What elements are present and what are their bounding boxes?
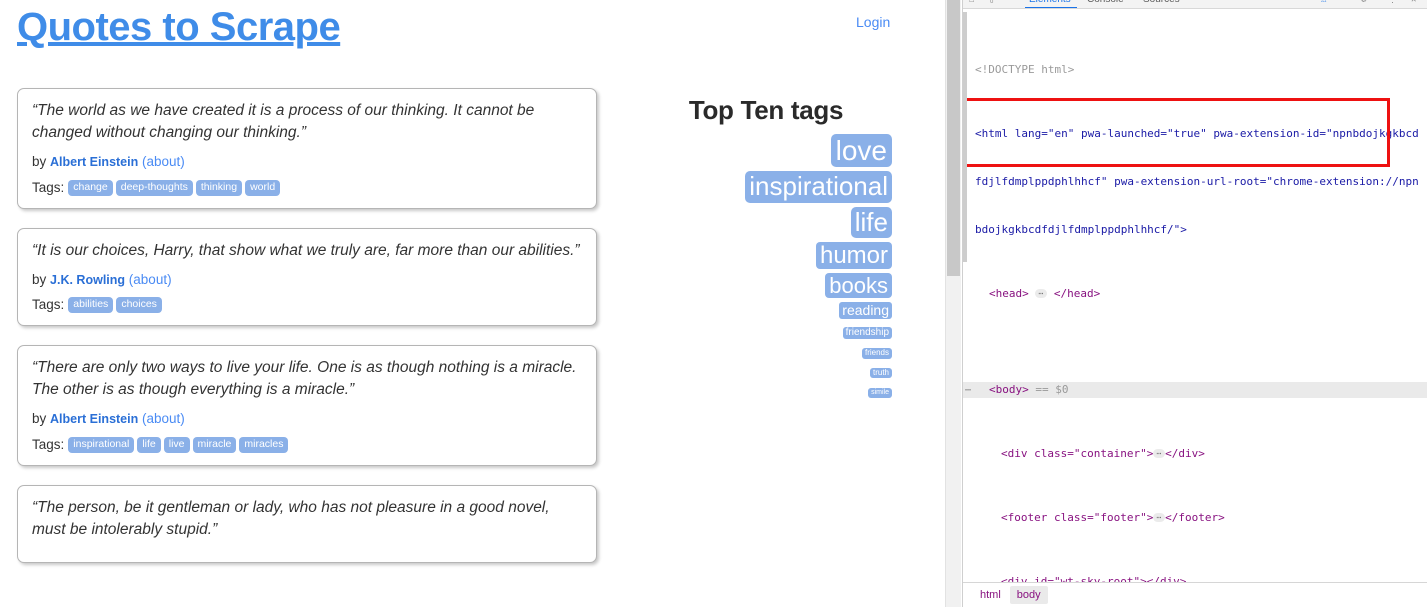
page-vertical-scrollbar[interactable]	[945, 0, 961, 607]
quote-author: Albert Einstein	[50, 155, 139, 169]
author-about-link[interactable]: (about)	[142, 154, 185, 169]
tag-link[interactable]: change	[68, 179, 113, 196]
cloud-tag-link[interactable]: life	[850, 206, 892, 238]
cloud-tag-link[interactable]: friendship	[842, 326, 892, 340]
selected-node-highlight	[963, 98, 1392, 169]
error-warning-icon[interactable]: ⚠	[1321, 0, 1326, 5]
quote-text: “The person, be it gentleman or lady, wh…	[32, 499, 550, 539]
tag-link[interactable]: live	[163, 436, 190, 454]
devtools-toolbar: ☐ ▯ Elements Console Sources ⚠ ⚙ ⋮ ✕	[963, 0, 1427, 9]
site-title[interactable]: Quotes to Scrape	[17, 5, 341, 49]
tags-label: Tags:	[32, 179, 65, 195]
login-link[interactable]: Login	[856, 14, 890, 30]
dom-line-doctype: <!DOCTYPE html>	[975, 63, 1075, 76]
close-devtools-icon[interactable]: ✕	[1411, 0, 1416, 5]
tag-link[interactable]: life	[137, 436, 161, 454]
tags-label: Tags:	[32, 436, 65, 452]
scrollbar-thumb[interactable]	[947, 0, 960, 276]
tab-console[interactable]: Console	[1087, 0, 1124, 5]
dom-line-html-open-cont2: bdojkgkbcdfdjlfdmplppdphlhhcf/">	[975, 223, 1187, 236]
tag-link[interactable]: deep-thoughts	[115, 179, 193, 196]
collapsed-children-badge[interactable]: ⋯	[1153, 449, 1166, 458]
quote-tags: Tags: change deep-thoughts thinking world	[32, 179, 582, 196]
tab-elements[interactable]: Elements	[1029, 0, 1071, 5]
tag-cloud: love inspirational life humor books read…	[640, 134, 892, 400]
breadcrumb-item-html[interactable]: html	[973, 586, 1008, 604]
dom-line-body-open[interactable]: ⋯ <body> == $0	[963, 382, 1427, 398]
devtools-panel: ☐ ▯ Elements Console Sources ⚠ ⚙ ⋮ ✕ <!D…	[962, 0, 1427, 607]
quote-tags: Tags: inspirational life live miracle miracle…	[32, 436, 582, 454]
tag-link[interactable]: world	[245, 179, 281, 196]
dom-line-head[interactable]: <head> ⋯ </head>	[963, 286, 1427, 302]
cloud-tag-link[interactable]: simile	[868, 388, 892, 398]
quote-item: “The person, be it gentleman or lady, wh…	[17, 485, 597, 564]
cloud-tag-link[interactable]: humor	[815, 241, 892, 270]
more-options-icon[interactable]: ⋮	[1388, 0, 1397, 5]
cloud-tag-link[interactable]: books	[825, 273, 892, 299]
by-label: by	[32, 411, 47, 427]
device-toolbar-icon[interactable]: ▯	[989, 0, 994, 5]
tag-link[interactable]: thinking	[195, 179, 243, 196]
quote-text: “There are only two ways to live your li…	[32, 359, 577, 399]
cloud-tag-link[interactable]: truth	[869, 367, 892, 379]
tag-link[interactable]: inspirational	[68, 436, 135, 454]
cloud-tag-link[interactable]: love	[830, 134, 892, 168]
author-about-link[interactable]: (about)	[142, 411, 185, 426]
cloud-tag-link[interactable]: inspirational	[745, 171, 892, 203]
quote-byline: by Albert Einstein (about)	[32, 410, 582, 428]
quote-item: “There are only two ways to live your li…	[17, 345, 597, 467]
collapsed-children-badge[interactable]: ⋯	[1035, 289, 1048, 298]
author-about-link[interactable]: (about)	[129, 272, 172, 287]
quotes-list: “The world as we have created it is a pr…	[17, 88, 597, 582]
tag-link[interactable]: abilities	[68, 297, 114, 314]
top-ten-tags-sidebar: Top Ten tags love inspirational life hum…	[640, 95, 892, 402]
quote-item: “It is our choices, Harry, that show wha…	[17, 227, 597, 327]
selection-outline	[963, 98, 1390, 167]
quote-byline: by J.K. Rowling (about)	[32, 271, 582, 289]
collapsed-children-badge[interactable]: ⋯	[1153, 513, 1166, 522]
settings-gear-icon[interactable]: ⚙	[1361, 0, 1366, 5]
by-label: by	[32, 154, 47, 169]
sidebar-heading: Top Ten tags	[688, 95, 844, 125]
inspect-element-icon[interactable]: ☐	[969, 0, 974, 5]
breadcrumb-item-body[interactable]: body	[1009, 586, 1048, 604]
quote-text: “It is our choices, Harry, that show wha…	[32, 241, 580, 259]
quote-byline: by Albert Einstein (about)	[32, 153, 582, 171]
tab-sources[interactable]: Sources	[1143, 0, 1180, 5]
active-tab-underline	[1025, 7, 1077, 8]
quote-item: “The world as we have created it is a pr…	[17, 88, 597, 209]
dom-breadcrumb: html body	[963, 582, 1427, 607]
quote-author: J.K. Rowling	[50, 272, 126, 287]
dom-line-footer[interactable]: <footer class="footer"> ⋯ </footer>	[963, 510, 1427, 526]
browser-page-viewport: Quotes to Scrape Login “The world as we …	[0, 0, 945, 607]
tags-label: Tags:	[32, 297, 65, 313]
dom-line-html-open-cont1: fdjlfdmplppdphlhhcf" pwa-extension-url-r…	[975, 175, 1419, 188]
dom-tree[interactable]: <!DOCTYPE html> <html lang="en" pwa-laun…	[963, 10, 1427, 582]
cloud-tag-link[interactable]: friends	[861, 348, 892, 359]
by-label: by	[32, 271, 47, 287]
tag-link[interactable]: miracles	[239, 436, 289, 454]
quote-author: Albert Einstein	[50, 412, 139, 427]
tag-link[interactable]: miracle	[192, 436, 237, 454]
dom-line-wt-sky-root[interactable]: <div id="wt-sky-root"></div>	[963, 574, 1427, 582]
quote-text: “The world as we have created it is a pr…	[32, 102, 535, 141]
dom-line-container[interactable]: <div class="container"> ⋯ </div>	[963, 446, 1427, 462]
cloud-tag-link[interactable]: reading	[839, 302, 892, 319]
node-menu-icon[interactable]: ⋯	[965, 383, 971, 399]
quote-tags: Tags: abilities choices	[32, 297, 582, 314]
devtools-scrollbar-thumb[interactable]	[963, 12, 967, 262]
tag-link[interactable]: choices	[116, 297, 162, 314]
